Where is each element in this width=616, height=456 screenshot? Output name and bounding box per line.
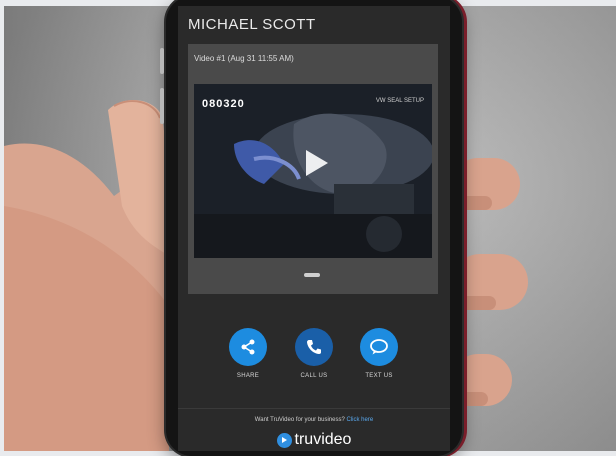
video-card: Video #1 (Aug 31 11:55 AM) 080320 VW SEA… <box>188 44 438 294</box>
call-us-button[interactable]: CALL US <box>284 328 344 379</box>
promo-link[interactable]: Click here <box>347 417 374 423</box>
play-logo-icon <box>276 432 292 448</box>
chat-icon[interactable] <box>360 328 398 366</box>
video-tag: VW SEAL SETUP <box>375 98 424 104</box>
call-us-label: CALL US <box>300 373 328 379</box>
play-icon[interactable] <box>306 150 328 176</box>
share-label: SHARE <box>236 373 260 379</box>
action-bar: SHARE CALL US TEXT US <box>178 328 450 388</box>
video-code: 080320 <box>202 98 245 110</box>
phone-side-button <box>160 48 164 74</box>
share-icon[interactable] <box>229 328 267 366</box>
promo-message: Want TruVideo for your business? <box>254 417 345 423</box>
phone-screen: MICHAEL SCOTT Video #1 (Aug 31 11:55 AM)… <box>178 6 450 451</box>
brand-logo: truvideo <box>178 431 450 449</box>
phone-icon[interactable] <box>295 328 333 366</box>
footer-divider <box>178 408 450 409</box>
promo-text: Want TruVideo for your business? Click h… <box>178 417 450 423</box>
video-player[interactable]: 080320 VW SEAL SETUP <box>194 84 432 258</box>
text-us-button[interactable]: TEXT US <box>349 328 409 379</box>
customer-name: MICHAEL SCOTT <box>188 16 316 33</box>
brand-name: truvideo <box>294 431 352 448</box>
text-us-label: TEXT US <box>365 373 393 379</box>
video-meta: Video #1 (Aug 31 11:55 AM) <box>194 54 294 63</box>
phone-side-button <box>160 88 164 124</box>
expand-handle[interactable] <box>304 273 320 277</box>
share-button[interactable]: SHARE <box>218 328 278 379</box>
